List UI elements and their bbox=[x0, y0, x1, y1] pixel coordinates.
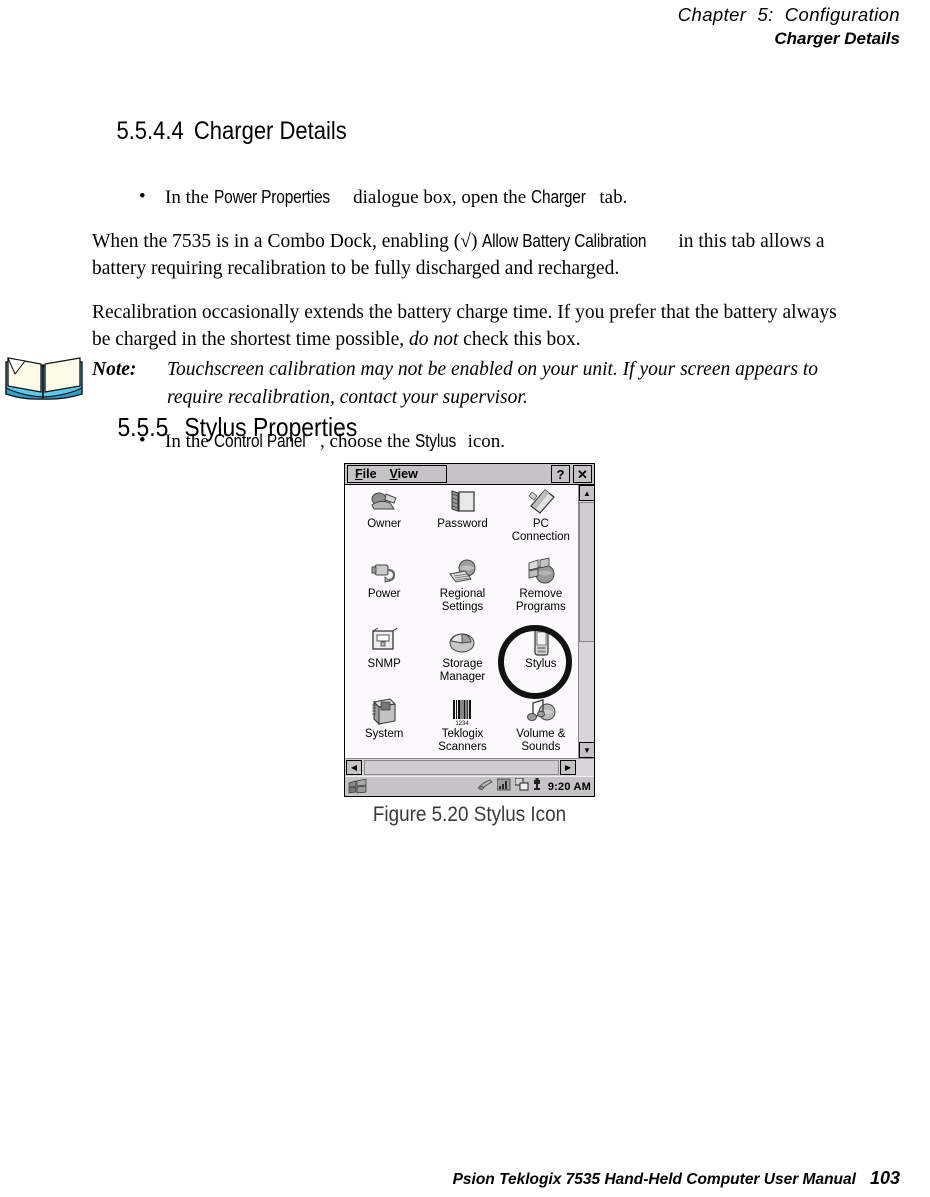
storage-manager-icon bbox=[446, 627, 478, 657]
scroll-up-button[interactable]: ▲ bbox=[579, 485, 594, 501]
scroll-right-button[interactable]: ▶ bbox=[560, 760, 576, 775]
bullet2-pre: In the bbox=[165, 431, 214, 452]
system-icon bbox=[368, 697, 400, 727]
control-panel-icon-grid: Owner Password PC Connection Power Regio… bbox=[345, 485, 580, 758]
password-icon bbox=[446, 487, 478, 517]
para2-post: check this box. bbox=[458, 329, 581, 350]
footer-page-number: 103 bbox=[869, 1168, 900, 1188]
menu-bar[interactable]: File View bbox=[347, 465, 447, 483]
note-content: Note: Touchscreen calibration may not be… bbox=[92, 356, 842, 412]
ui-term-charger: Charger bbox=[530, 187, 586, 207]
cp-label: Storage Manager bbox=[439, 658, 486, 683]
remove-programs-icon bbox=[525, 557, 557, 587]
signal-tray-icon[interactable] bbox=[496, 778, 511, 796]
cp-item-remove-programs[interactable]: Remove Programs bbox=[502, 557, 580, 627]
ui-term-power-properties: Power Properties bbox=[213, 187, 330, 207]
owner-icon bbox=[368, 487, 400, 517]
cp-label: Password bbox=[437, 518, 488, 530]
taskbar-clock: 9:20 AM bbox=[547, 780, 591, 793]
bullet-marker: • bbox=[139, 430, 146, 451]
cp-item-password[interactable]: Password bbox=[423, 487, 501, 557]
battery-tray-icon[interactable] bbox=[533, 777, 541, 796]
cp-item-teklogix-scanners[interactable]: 1234 Teklogix Scanners bbox=[423, 697, 501, 758]
paragraph-recalibration: Recalibration occasionally extends the b… bbox=[92, 299, 847, 353]
menu-item-file[interactable]: File bbox=[355, 467, 377, 481]
document-body: 5.5.4.4 Charger Details • In the Power Pr… bbox=[92, 86, 847, 485]
pc-connection-icon bbox=[525, 487, 557, 517]
scroll-down-button[interactable]: ▼ bbox=[579, 742, 594, 758]
horizontal-scroll-thumb[interactable] bbox=[364, 760, 559, 775]
bullet-text: In the Power Properties dialogue box, op… bbox=[165, 184, 627, 211]
cp-label: Owner bbox=[367, 518, 402, 530]
para1-pre: When the 7535 is in a Combo Dock, enabli… bbox=[92, 231, 483, 252]
footer-manual-title: Psion Teklogix 7535 Hand-Held Computer U… bbox=[452, 1171, 856, 1188]
header-section: Charger Details bbox=[774, 29, 900, 48]
svg-text:1234: 1234 bbox=[456, 721, 470, 727]
open-book-icon bbox=[3, 352, 85, 400]
note-label: Note: bbox=[92, 359, 137, 380]
stylus-icon bbox=[525, 627, 557, 657]
vertical-scrollbar[interactable]: ▲ ▼ bbox=[578, 485, 594, 758]
system-tray: 9:20 AM bbox=[478, 777, 591, 796]
cp-item-owner[interactable]: Owner bbox=[345, 487, 423, 557]
help-button[interactable]: ? bbox=[551, 465, 570, 483]
window-client-area: Owner Password PC Connection Power Regio… bbox=[345, 485, 594, 758]
regional-settings-icon bbox=[446, 557, 478, 587]
page-footer: Psion Teklogix 7535 Hand-Held Computer U… bbox=[0, 1150, 900, 1189]
cp-item-stylus[interactable]: Stylus bbox=[502, 627, 580, 697]
stylus-tray-icon[interactable] bbox=[478, 778, 493, 796]
snmp-icon bbox=[368, 627, 400, 657]
teklogix-scanners-icon: 1234 bbox=[446, 697, 478, 727]
ui-term-control-panel: Control Panel bbox=[213, 431, 306, 451]
bullet1-pre: In the bbox=[165, 187, 214, 208]
bullet2-mid: , choose the bbox=[320, 431, 415, 452]
cp-item-power[interactable]: Power bbox=[345, 557, 423, 627]
cp-label: Teklogix Scanners bbox=[438, 728, 487, 753]
cp-label: Stylus bbox=[525, 658, 557, 670]
page-header: Chapter 5: Configuration Charger Details bbox=[0, 0, 900, 51]
horizontal-scrollbar[interactable]: ◀ ▶ bbox=[345, 758, 594, 776]
bullet-marker: • bbox=[139, 186, 146, 207]
cp-label: Regional Settings bbox=[439, 588, 486, 613]
window-titlebar: File View ? ✕ bbox=[345, 464, 594, 485]
heading-charger-details: 5.5.4.4 Charger Details bbox=[92, 86, 756, 176]
header-chapter: Chapter 5: Configuration bbox=[677, 4, 900, 25]
cp-item-snmp[interactable]: SNMP bbox=[345, 627, 423, 697]
cp-item-volume-sounds[interactable]: Volume & Sounds bbox=[502, 697, 580, 758]
cp-label: SNMP bbox=[367, 658, 401, 670]
bullet-item-charger-tab: • In the Power Properties dialogue box, … bbox=[92, 184, 847, 211]
cp-label: PC Connection bbox=[511, 518, 570, 543]
cp-label: Remove Programs bbox=[515, 588, 566, 613]
ui-term-stylus: Stylus bbox=[415, 431, 457, 451]
bullet-text: In the Control Panel, choose the Stylus … bbox=[165, 428, 505, 455]
cp-item-pc-connection[interactable]: PC Connection bbox=[502, 487, 580, 557]
note-text: Touchscreen calibration may not be enabl… bbox=[167, 359, 818, 408]
bullet-item-control-panel: • In the Control Panel , choose the Stylu… bbox=[92, 428, 847, 455]
close-button[interactable]: ✕ bbox=[573, 465, 592, 483]
figure-caption: Figure 5.20 Stylus Icon bbox=[372, 803, 567, 826]
bullet1-post: tab. bbox=[594, 187, 628, 208]
control-panel-window: File View ? ✕ Owner Password PC Connecti… bbox=[344, 463, 595, 797]
cp-label: System bbox=[364, 728, 404, 740]
cp-label: Power bbox=[367, 588, 401, 600]
ui-term-allow-battery-calibration: Allow Battery Calibration bbox=[482, 231, 647, 251]
cp-item-storage-manager[interactable]: Storage Manager bbox=[423, 627, 501, 697]
network-tray-icon[interactable] bbox=[514, 777, 529, 796]
paragraph-combo-dock: When the 7535 is in a Combo Dock, enabli… bbox=[92, 228, 847, 282]
heading-number: 5.5.4.4 bbox=[116, 117, 184, 145]
bullet1-mid: dialogue box, open the bbox=[348, 187, 531, 208]
taskbar: 9:20 AM bbox=[345, 776, 594, 796]
bullet2-post: icon. bbox=[462, 431, 506, 452]
menu-item-view[interactable]: View bbox=[390, 467, 418, 481]
power-icon bbox=[368, 557, 400, 587]
vertical-scroll-thumb[interactable] bbox=[579, 502, 594, 642]
heading-text: Charger Details bbox=[193, 117, 347, 145]
cp-label: Volume & Sounds bbox=[516, 728, 566, 753]
volume-sounds-icon bbox=[525, 697, 557, 727]
para2-emphasis: do not bbox=[409, 329, 459, 350]
cp-item-system[interactable]: System bbox=[345, 697, 423, 758]
scroll-left-button[interactable]: ◀ bbox=[346, 760, 362, 775]
cp-item-regional-settings[interactable]: Regional Settings bbox=[423, 557, 501, 627]
start-button-icon[interactable] bbox=[347, 778, 369, 795]
